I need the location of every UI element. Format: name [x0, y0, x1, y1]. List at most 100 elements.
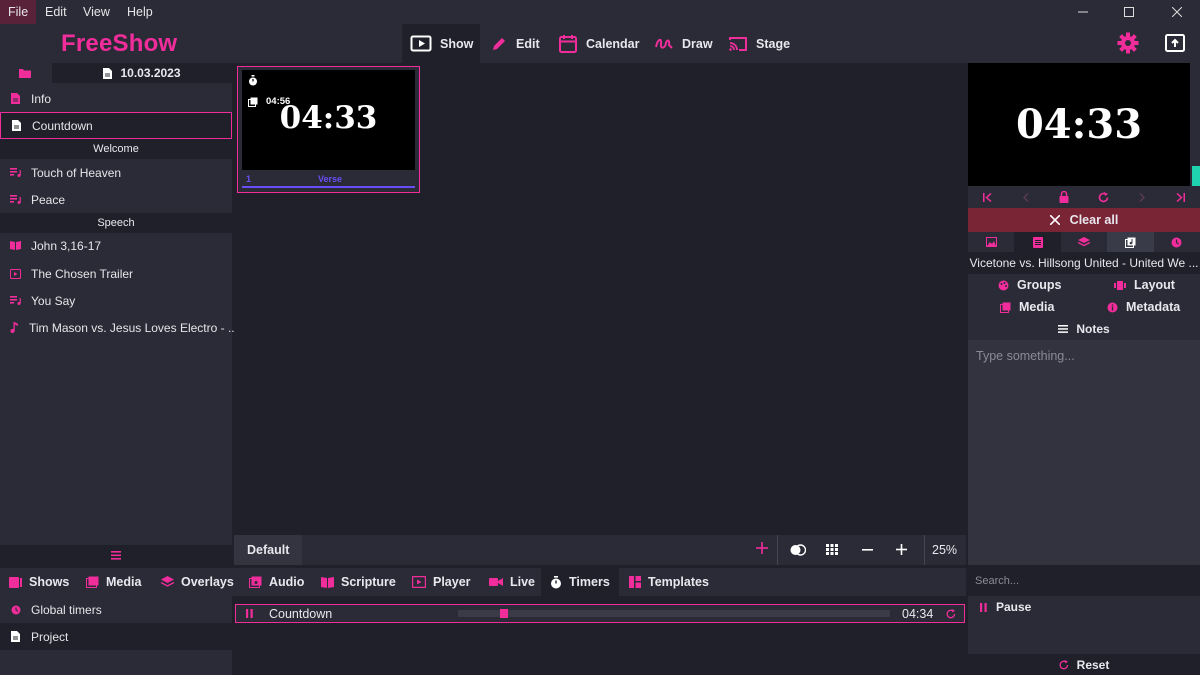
minimize-icon[interactable] — [1060, 0, 1106, 24]
song-icon — [10, 296, 21, 305]
notes-input[interactable]: Type something... — [968, 340, 1200, 565]
media-icon — [86, 576, 99, 588]
brand-area: FreeShow — [0, 24, 402, 63]
tab-timers[interactable]: Timers — [541, 568, 619, 596]
groups-button[interactable]: Groups — [998, 278, 1061, 292]
close-icon — [1049, 215, 1060, 225]
tab-audio[interactable]: Audio — [240, 568, 313, 596]
clear-timer-tab[interactable] — [1153, 232, 1200, 252]
document-icon — [10, 631, 21, 642]
calendar-icon — [558, 34, 578, 54]
list-item[interactable]: Info — [0, 85, 232, 112]
media-icon — [1000, 302, 1011, 313]
info-icon — [1107, 302, 1118, 313]
search-input[interactable]: Search... — [968, 568, 1200, 596]
tab-shows[interactable]: Shows — [0, 568, 78, 596]
maximize-icon[interactable] — [1106, 0, 1152, 24]
next-icon[interactable] — [1139, 192, 1146, 202]
clear-background-tab[interactable] — [968, 232, 1015, 252]
output-preview[interactable]: 04:33 — [968, 63, 1190, 186]
zoom-in-icon[interactable] — [896, 544, 907, 555]
menu-edit[interactable]: Edit — [37, 0, 75, 24]
list-item[interactable]: Peace — [0, 186, 232, 213]
timer-progress-knob[interactable] — [499, 609, 508, 618]
last-slide-icon[interactable] — [1175, 192, 1186, 202]
document-icon — [103, 67, 113, 79]
tab-player[interactable]: Player — [403, 568, 480, 596]
tab-show[interactable]: Show — [402, 24, 480, 63]
list-item[interactable]: Tim Mason vs. Jesus Loves Electro - ... — [0, 314, 238, 341]
app-logo: FreeShow — [61, 30, 178, 57]
list-item-selected[interactable]: Project — [0, 623, 232, 650]
metadata-button[interactable]: Metadata — [1107, 300, 1180, 314]
timer-progress-track[interactable] — [458, 609, 890, 618]
song-title: Vicetone vs. Hillsong United - United We… — [968, 252, 1200, 274]
layout-tab-default[interactable]: Default — [234, 535, 302, 565]
folder-icon[interactable] — [0, 63, 50, 83]
list-item-selected[interactable]: Countdown — [0, 112, 232, 139]
tab-scripture[interactable]: Scripture — [312, 568, 405, 596]
output-window-icon[interactable] — [1165, 34, 1185, 52]
list-item[interactable]: John 3,16-17 — [0, 232, 232, 259]
project-sidebar: 10.03.2023 Info Countdown Welcome Touch … — [0, 63, 238, 565]
menu-file[interactable]: File — [0, 0, 37, 24]
menu-help[interactable]: Help — [119, 0, 161, 24]
divider — [924, 535, 925, 565]
audio-icon — [1124, 237, 1136, 248]
divider — [777, 535, 778, 565]
layout-button[interactable]: Layout — [1114, 278, 1175, 292]
tab-calendar[interactable]: Calendar — [550, 24, 648, 63]
tab-draw[interactable]: Draw — [646, 24, 721, 63]
close-icon[interactable] — [1154, 0, 1200, 24]
document-icon — [11, 120, 22, 131]
video-icon — [412, 576, 426, 588]
clear-slide-tab[interactable] — [1014, 232, 1061, 252]
list-item[interactable]: The Chosen Trailer — [0, 260, 232, 287]
hamburger-icon[interactable] — [0, 545, 232, 565]
song-icon — [10, 168, 21, 177]
refresh-icon[interactable] — [1098, 191, 1109, 203]
timer-value: 04:34 — [902, 607, 934, 621]
lock-icon[interactable] — [1059, 191, 1069, 203]
audio-icon — [249, 576, 262, 588]
pause-icon[interactable] — [246, 609, 253, 618]
tab-templates[interactable]: Templates — [620, 568, 718, 596]
gear-icon[interactable] — [1117, 32, 1139, 54]
slide-thumbnail[interactable]: 04:56 04:33 1 Verse — [237, 66, 420, 193]
reset-button[interactable]: Reset — [968, 654, 1200, 675]
add-icon[interactable] — [756, 542, 768, 554]
templates-icon — [629, 576, 641, 588]
media-button[interactable]: Media — [1000, 300, 1054, 314]
clear-audio-tab[interactable] — [1107, 232, 1154, 252]
section-header: Welcome — [0, 139, 232, 159]
project-date-tab[interactable]: 10.03.2023 — [52, 63, 232, 83]
clear-all-button[interactable]: Clear all — [968, 208, 1200, 232]
previous-icon[interactable] — [1022, 192, 1029, 202]
reset-icon — [1059, 659, 1069, 670]
zoom-out-icon[interactable] — [862, 549, 873, 551]
grid-icon[interactable] — [826, 544, 838, 555]
tab-media[interactable]: Media — [77, 568, 150, 596]
output-controls — [968, 186, 1200, 208]
layers-icon — [1078, 236, 1091, 248]
menu-view[interactable]: View — [75, 0, 118, 24]
tab-overlays[interactable]: Overlays — [152, 568, 243, 596]
slide-label-bar: 1 Verse — [246, 174, 343, 184]
transition-icon[interactable] — [790, 544, 806, 556]
tab-live[interactable]: Live — [480, 568, 544, 596]
tab-stage[interactable]: Stage — [720, 24, 798, 63]
pause-icon — [980, 602, 987, 612]
draw-icon — [654, 36, 674, 52]
list-item[interactable]: Global timers — [0, 596, 232, 623]
timer-row[interactable]: Countdown 04:34 — [235, 604, 965, 623]
tab-edit[interactable]: Edit — [482, 24, 548, 63]
reset-icon[interactable] — [946, 609, 956, 619]
menubar: File Edit View Help — [0, 0, 1200, 24]
clear-overlays-tab[interactable] — [1060, 232, 1108, 252]
pause-button[interactable]: Pause — [980, 600, 1031, 614]
text-slide-icon — [1032, 236, 1043, 248]
first-slide-icon[interactable] — [982, 192, 993, 202]
list-item[interactable]: You Say — [0, 287, 232, 314]
list-item[interactable]: Touch of Heaven — [0, 159, 232, 186]
timer-icon — [550, 575, 562, 589]
